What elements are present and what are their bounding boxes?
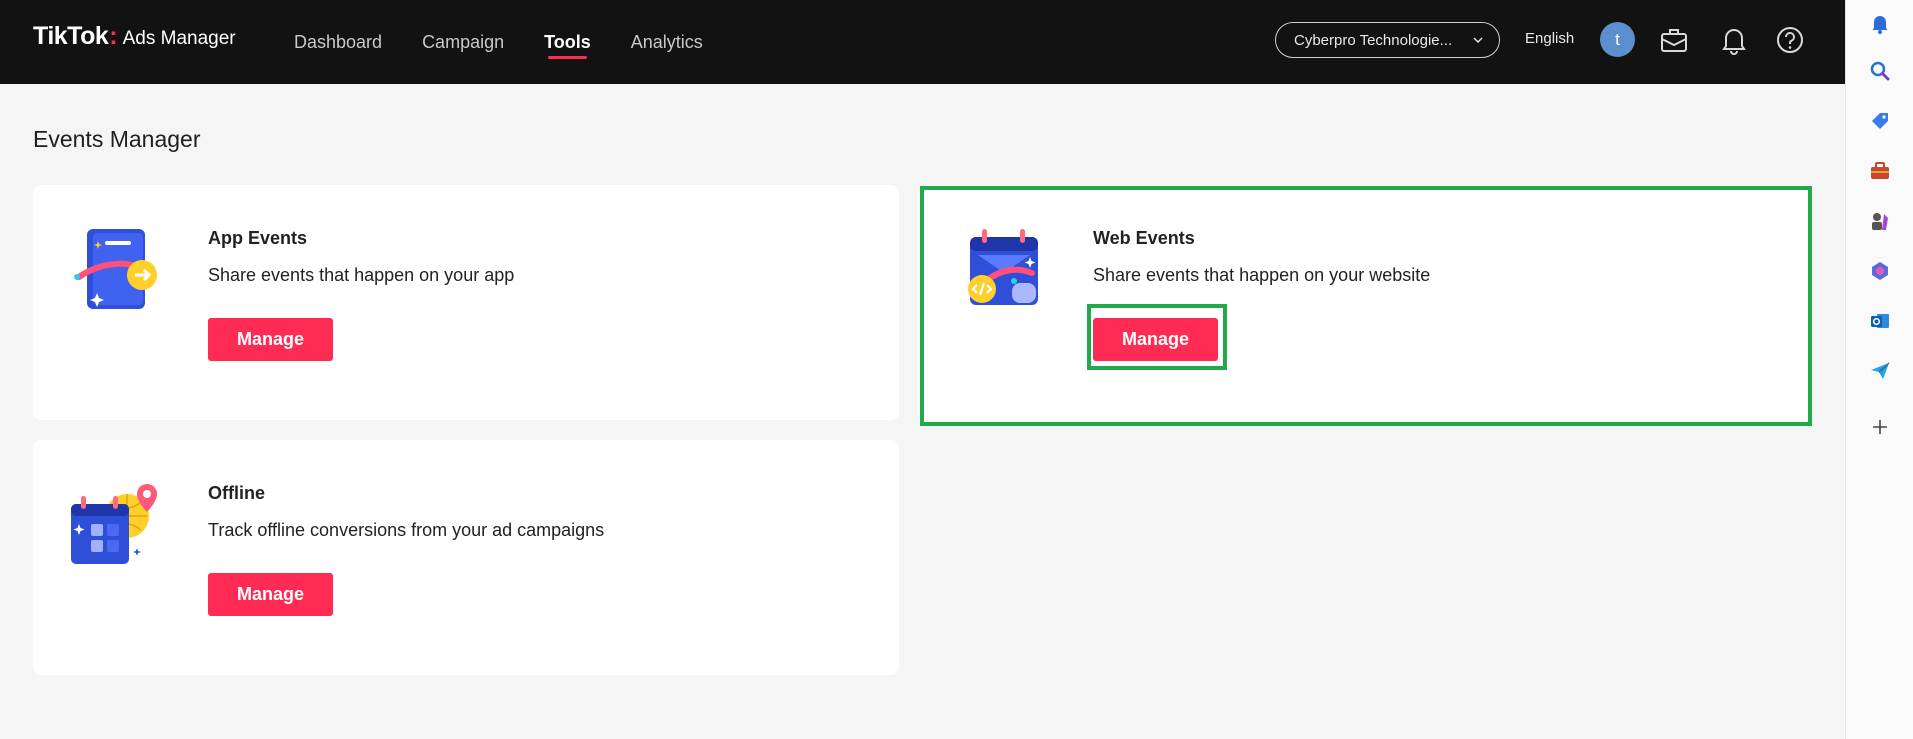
notification-bell-icon[interactable] — [1867, 10, 1893, 36]
nav-tools[interactable]: Tools — [544, 0, 591, 84]
outlook-icon[interactable] — [1867, 308, 1893, 334]
account-selector[interactable]: Cyberpro Technologie... — [1275, 22, 1500, 58]
add-icon[interactable] — [1867, 414, 1893, 440]
language-selector[interactable]: English — [1525, 30, 1574, 47]
web-events-illustration-icon — [968, 229, 1038, 305]
account-name: Cyberpro Technologie... — [1294, 31, 1453, 49]
briefcase-icon[interactable] — [1656, 22, 1692, 58]
card-title: Offline — [208, 483, 265, 503]
web-events-card: Web Events Share events that happen on y… — [918, 185, 1810, 425]
offline-card: Offline Track offline conversions from y… — [33, 440, 899, 675]
card-description: Share events that happen on your app — [208, 265, 515, 285]
app-events-manage-button[interactable]: Manage — [208, 318, 333, 361]
web-events-manage-button[interactable]: Manage — [1093, 318, 1218, 361]
tiktok-ads-manager-logo[interactable]: TikTok: Ads Manager — [33, 22, 236, 51]
games-icon[interactable] — [1867, 208, 1893, 234]
send-icon[interactable] — [1867, 358, 1893, 384]
brand-name: TikTok — [33, 22, 109, 50]
offline-manage-button[interactable]: Manage — [208, 573, 333, 616]
browser-side-rail — [1845, 0, 1913, 739]
copilot-icon[interactable] — [1867, 258, 1893, 284]
chevron-down-icon — [1473, 37, 1483, 43]
card-description: Share events that happen on your website — [1093, 265, 1431, 285]
search-icon[interactable] — [1867, 58, 1893, 84]
bell-icon[interactable] — [1716, 22, 1752, 58]
card-description: Track offline conversions from your ad c… — [208, 520, 605, 540]
product-name: Ads Manager — [122, 28, 236, 49]
app-events-illustration-icon — [74, 229, 157, 309]
nav-dashboard[interactable]: Dashboard — [294, 0, 382, 84]
offline-illustration-icon — [71, 484, 157, 564]
toolbox-icon[interactable] — [1867, 158, 1893, 184]
avatar[interactable]: t — [1600, 22, 1635, 57]
nav-analytics[interactable]: Analytics — [631, 0, 703, 84]
tag-icon[interactable] — [1867, 108, 1893, 134]
app-events-card: App Events Share events that happen on y… — [33, 185, 899, 420]
nav-campaign[interactable]: Campaign — [422, 0, 504, 84]
card-title: App Events — [208, 228, 308, 248]
page-title: Events Manager — [33, 126, 201, 152]
help-icon[interactable] — [1772, 22, 1808, 58]
card-title: Web Events — [1093, 228, 1195, 248]
top-navigation-bar: TikTok: Ads Manager Dashboard Campaign T… — [0, 0, 1845, 84]
main-nav: Dashboard Campaign Tools Analytics — [294, 0, 743, 84]
